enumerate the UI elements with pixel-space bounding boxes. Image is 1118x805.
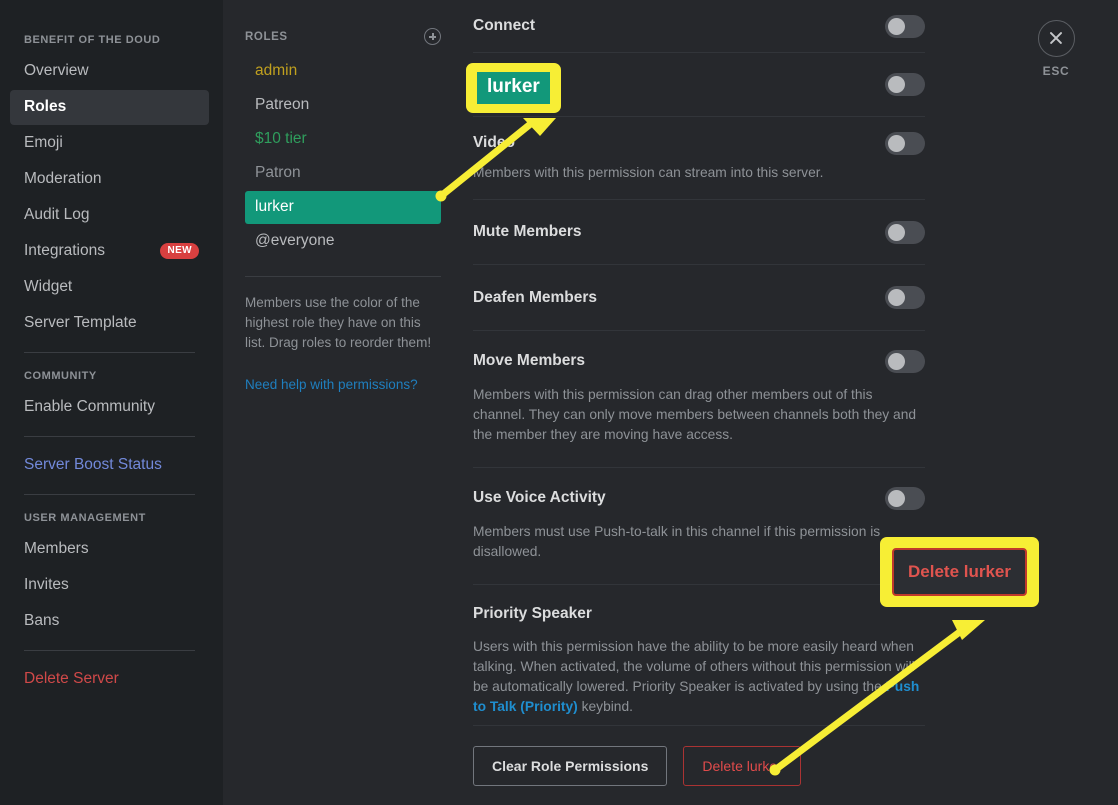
sidebar-item-roles[interactable]: Roles (10, 90, 209, 125)
permission-row-move-members: Move Members Members with this permissio… (473, 331, 925, 468)
sidebar-item-label: Overview (24, 62, 89, 79)
sidebar-user-management-header: USER MANAGEMENT (24, 512, 146, 524)
permission-label: Deafen Members (473, 288, 598, 306)
sidebar-item-bans[interactable]: Bans (10, 604, 209, 639)
permission-label: Move Members (473, 352, 585, 369)
permission-toggle-move-members[interactable] (885, 349, 925, 373)
role-item-patreon[interactable]: Patreon (245, 89, 441, 122)
sidebar-item-label: Audit Log (24, 206, 90, 223)
footer-button-row: Clear Role Permissions Delete lurker (473, 726, 925, 805)
permission-row-use-voice-activity: Use Voice Activity Members must use Push… (473, 468, 925, 585)
permission-toggle-deafen-members[interactable] (885, 286, 925, 309)
sidebar-item-label: Moderation (24, 170, 102, 187)
sidebar-item-emoji[interactable]: Emoji (10, 126, 209, 161)
permission-label: Priority Speaker (473, 605, 592, 622)
sidebar-item-server-boost-status[interactable]: Server Boost Status (10, 448, 209, 483)
sidebar-item-label: Delete Server (24, 670, 119, 687)
roles-list-panel: ROLES admin Patreon $10 tier Patron lurk… (223, 0, 461, 805)
sidebar-item-overview[interactable]: Overview (10, 54, 209, 89)
sidebar-divider (24, 494, 195, 495)
permission-toggle-use-voice-activity[interactable] (885, 486, 925, 510)
permission-row-priority-speaker: Priority Speaker Users with this permiss… (473, 585, 925, 726)
sidebar-item-label: Emoji (24, 134, 63, 151)
toggle-knob (888, 489, 905, 507)
annotation-delete-button-label: Delete lurker (892, 548, 1027, 596)
roles-header: ROLES (245, 28, 441, 45)
roles-help-text: Members use the color of the highest rol… (245, 295, 432, 350)
sidebar-divider (24, 650, 195, 651)
sidebar-item-delete-server[interactable]: Delete Server (10, 662, 209, 697)
permission-row-deafen-members: Deafen Members (473, 265, 925, 331)
sidebar-item-invites[interactable]: Invites (10, 568, 209, 603)
sidebar-item-label: Integrations (24, 242, 105, 259)
sidebar-item-audit-log[interactable]: Audit Log (10, 198, 209, 233)
sidebar-item-label: Members (24, 540, 89, 557)
toggle-knob (888, 289, 905, 306)
sidebar-item-moderation[interactable]: Moderation (10, 162, 209, 197)
sidebar-item-members[interactable]: Members (10, 532, 209, 567)
sidebar-item-label: Server Boost Status (24, 456, 162, 473)
sidebar-item-integrations[interactable]: Integrations NEW (10, 234, 209, 269)
plus-circle-icon[interactable] (424, 28, 441, 45)
permission-toggle-mute-members[interactable] (885, 220, 925, 244)
toggle-knob (888, 223, 905, 241)
sidebar-item-label: Bans (24, 612, 60, 629)
new-badge: NEW (160, 243, 199, 259)
role-item-admin[interactable]: admin (245, 55, 441, 88)
discord-server-settings-window: BENEFIT OF THE DOUD Overview Roles Emoji… (0, 0, 1118, 805)
permission-label: Use Voice Activity (473, 489, 606, 506)
role-item-lurker[interactable]: lurker (245, 191, 441, 224)
role-item-10-tier[interactable]: $10 tier (245, 123, 441, 156)
sidebar-item-enable-community[interactable]: Enable Community (10, 390, 209, 425)
permission-toggle-video[interactable] (885, 131, 925, 155)
annotation-role-pill-label: lurker (477, 72, 550, 104)
delete-role-button[interactable]: Delete lurker (683, 746, 801, 786)
toggle-knob (888, 352, 905, 370)
sidebar-divider (24, 352, 195, 353)
close-modal-button[interactable]: ESC (1016, 20, 1096, 78)
need-help-with-permissions-link[interactable]: Need help with permissions? (245, 377, 441, 392)
priority-desc-part1: Users with this permission have the abil… (473, 639, 915, 694)
roles-divider (245, 276, 441, 277)
toggle-knob (888, 134, 905, 152)
permission-row-video: Video Members with this permission can s… (473, 117, 925, 200)
permission-toggle-connect[interactable] (885, 14, 925, 38)
roles-title: ROLES (245, 30, 288, 43)
permission-toggle-obscured[interactable] (885, 73, 925, 96)
permissions-list: Connect Video Members with this permissi… (473, 0, 925, 805)
sidebar-item-widget[interactable]: Widget (10, 270, 209, 305)
annotation-callout-delete-button: Delete lurker (880, 537, 1039, 607)
settings-sidebar: BENEFIT OF THE DOUD Overview Roles Emoji… (0, 0, 223, 805)
sidebar-community-header: COMMUNITY (24, 370, 97, 382)
sidebar-divider (24, 436, 195, 437)
esc-label: ESC (1042, 64, 1070, 78)
sidebar-item-server-template[interactable]: Server Template (10, 306, 209, 341)
permission-row-mute-members: Mute Members (473, 200, 925, 265)
close-x-icon (1037, 20, 1075, 57)
sidebar-item-label: Invites (24, 576, 69, 593)
sidebar-item-label: Roles (24, 98, 67, 115)
toggle-knob (888, 76, 905, 93)
role-item-everyone[interactable]: @everyone (245, 225, 441, 258)
role-permissions-panel: Connect Video Members with this permissi… (461, 0, 1118, 805)
permission-description: Members with this permission can drag ot… (473, 387, 917, 442)
permission-label: Video (473, 134, 515, 151)
clear-role-permissions-button[interactable]: Clear Role Permissions (473, 746, 668, 786)
annotation-callout-role-pill: lurker (466, 63, 561, 113)
priority-desc-part2: keybind. (577, 699, 633, 714)
toggle-knob (888, 17, 905, 35)
sidebar-item-label: Widget (24, 278, 73, 295)
permission-description: Users with this permission have the abil… (473, 637, 925, 725)
permission-row-connect: Connect (473, 0, 925, 53)
sidebar-item-label: Enable Community (24, 398, 155, 415)
permission-description: Members must use Push-to-talk in this ch… (473, 524, 881, 559)
permission-label: Mute Members (473, 223, 582, 240)
role-item-patron[interactable]: Patron (245, 157, 441, 190)
permission-label: Connect (473, 17, 535, 34)
sidebar-item-label: Server Template (24, 314, 137, 331)
permission-description: Members with this permission can stream … (473, 165, 824, 180)
sidebar-server-header: BENEFIT OF THE DOUD (24, 34, 161, 46)
